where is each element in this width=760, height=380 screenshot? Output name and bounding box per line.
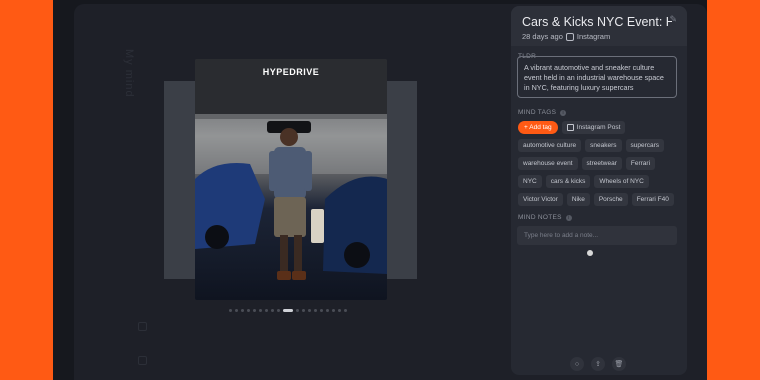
carousel-dot[interactable]	[277, 309, 280, 312]
carousel-dot[interactable]	[326, 309, 329, 312]
sidebar-label: My mind	[123, 49, 135, 98]
carousel-dot[interactable]	[259, 309, 262, 312]
post-icon	[566, 124, 574, 131]
carousel-dot[interactable]	[296, 309, 299, 312]
tag-chip[interactable]: NYC	[518, 175, 542, 188]
carousel-dot[interactable]	[229, 309, 232, 312]
circle-icon[interactable]: ○	[570, 357, 584, 371]
source-tag[interactable]: Instagram Post	[561, 121, 626, 134]
tag-chip[interactable]: Porsche	[593, 193, 628, 206]
time-ago: 28 days ago	[522, 32, 563, 41]
carousel-dot[interactable]	[338, 309, 341, 312]
share-icon[interactable]: ⇪	[591, 357, 605, 371]
trash-icon[interactable]: 🗑	[612, 357, 626, 371]
carousel-dot[interactable]	[265, 309, 268, 312]
source-tag-label: Instagram Post	[576, 124, 621, 131]
carousel-dot[interactable]	[320, 309, 323, 312]
tag-chip[interactable]: Ferrari F40	[631, 193, 674, 206]
tag-chip[interactable]: Nike	[566, 193, 590, 206]
next-image-card[interactable]	[386, 81, 417, 279]
carousel-dot[interactable]	[253, 309, 256, 312]
instagram-icon	[565, 32, 574, 41]
tag-chip[interactable]: Ferrari	[625, 157, 656, 170]
mind-tags-label: MIND TAGS i	[518, 109, 567, 116]
tag-chip[interactable]: automotive culture	[518, 139, 582, 152]
mouse-cursor	[587, 250, 593, 256]
carousel-indicator	[229, 309, 347, 312]
carousel-dot[interactable]	[332, 309, 335, 312]
panel-header: Cars & Kicks NYC Event: Hi... ✎ 28 days …	[511, 6, 687, 46]
item-meta: 28 days ago Instagram	[522, 32, 610, 41]
settings-icon[interactable]	[138, 322, 147, 331]
carousel-dot[interactable]	[344, 309, 347, 312]
carousel-dot[interactable]	[308, 309, 311, 312]
carousel-dot[interactable]	[247, 309, 250, 312]
info-icon[interactable]: i	[565, 214, 572, 221]
tag-chip[interactable]: Victor Victor	[518, 193, 563, 206]
add-tag-button[interactable]: + Add tag	[518, 121, 558, 134]
carousel-dot[interactable]	[235, 309, 238, 312]
tag-chip[interactable]: streetwear	[581, 157, 622, 170]
brand-watermark: HYPEDRIVE	[262, 67, 320, 77]
grid-icon[interactable]	[138, 356, 147, 365]
source-link[interactable]: Instagram	[577, 32, 610, 41]
tag-chip[interactable]: supercars	[625, 139, 665, 152]
carousel-dot[interactable]	[241, 309, 244, 312]
tldr-summary[interactable]: A vibrant automotive and sneaker culture…	[517, 56, 677, 98]
carousel-dot[interactable]	[314, 309, 317, 312]
tag-chip[interactable]: Wheels of NYC	[594, 175, 649, 188]
item-title[interactable]: Cars & Kicks NYC Event: Hi...	[522, 15, 672, 29]
tag-chip[interactable]: warehouse event	[518, 157, 578, 170]
previous-image-card[interactable]	[164, 81, 195, 279]
mind-notes-label-text: MIND NOTES	[518, 214, 562, 221]
tag-chip[interactable]: cars & kicks	[545, 175, 591, 188]
details-panel: Cars & Kicks NYC Event: Hi... ✎ 28 days …	[511, 6, 687, 375]
mind-tags-label-text: MIND TAGS	[518, 109, 557, 116]
main-image: HYPEDRIVE	[195, 59, 387, 300]
carousel-dot[interactable]	[271, 309, 274, 312]
info-icon[interactable]: i	[560, 109, 567, 116]
carousel-dot[interactable]	[302, 309, 305, 312]
note-input[interactable]	[517, 226, 677, 245]
carousel-dot[interactable]	[283, 309, 293, 312]
tag-list: + Add tag Instagram Post automotive cult…	[518, 121, 682, 206]
mind-notes-label: MIND NOTES i	[518, 214, 572, 221]
edit-icon[interactable]: ✎	[669, 14, 677, 25]
tag-chip[interactable]: sneakers	[585, 139, 622, 152]
event-photo	[195, 59, 387, 280]
